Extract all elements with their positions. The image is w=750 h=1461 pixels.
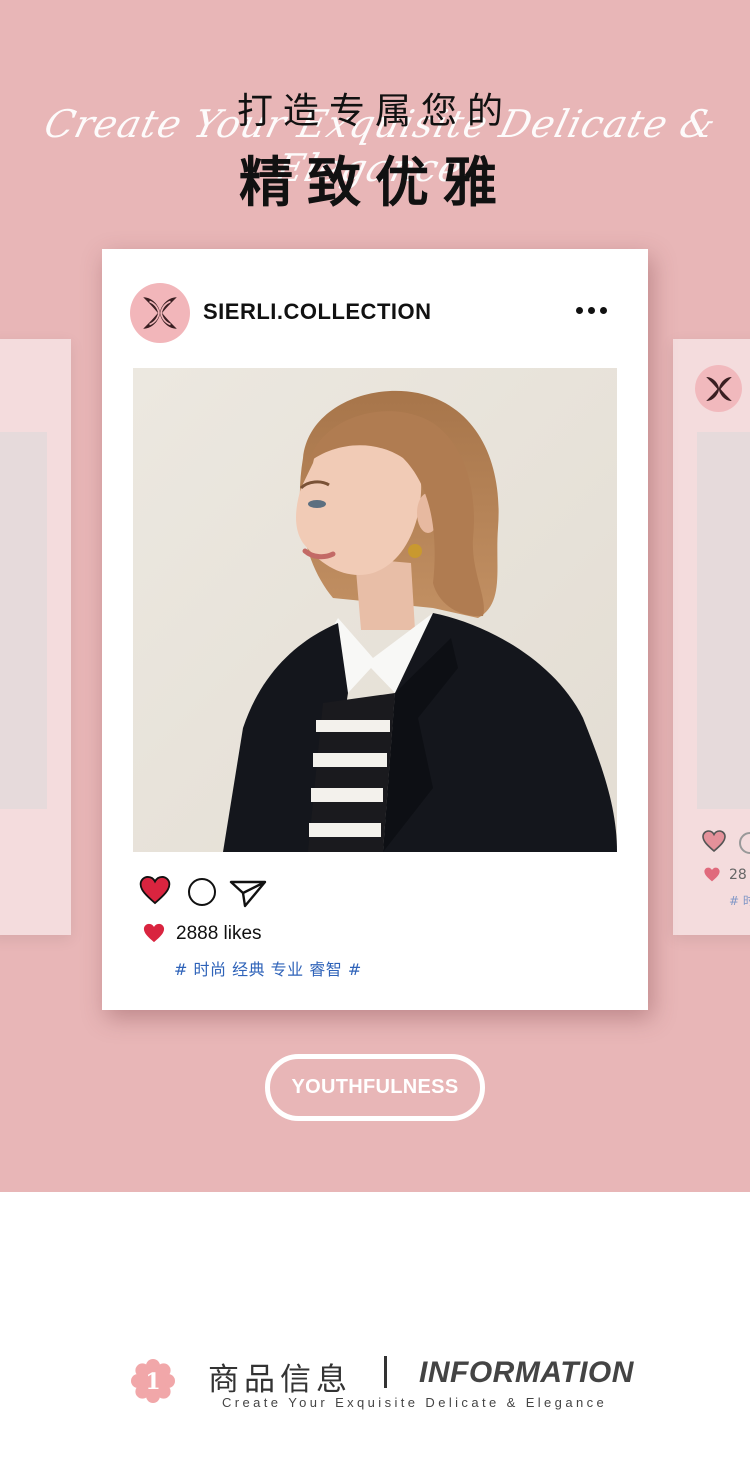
section-title-cn: 商品信息: [208, 1362, 352, 1398]
heart-icon[interactable]: [138, 874, 172, 906]
post-card: SIERLI.COLLECTION 2888 likes # 时尚 经典 专业 …: [102, 249, 648, 1010]
likes-count[interactable]: 2888 likes: [176, 923, 262, 945]
heart-icon[interactable]: [701, 829, 727, 853]
section-subtitle: Create Your Exquisite Delicate & Eleganc…: [222, 1395, 608, 1410]
brand-logo-icon: [695, 365, 742, 412]
section-title-en: INFORMATION: [419, 1356, 634, 1389]
brand-logo-icon: [143, 297, 177, 329]
side-card-left-photo: [0, 432, 47, 809]
flower-number-icon: 1: [131, 1359, 175, 1403]
comment-icon[interactable]: [188, 878, 216, 906]
likes-count-partial: 28: [729, 867, 747, 883]
more-icon[interactable]: [576, 307, 607, 314]
avatar[interactable]: [130, 283, 190, 343]
side-card-right: 28 # 时: [673, 339, 750, 935]
section-number: 1: [145, 1369, 160, 1395]
heart-icon: [143, 923, 165, 943]
account-name[interactable]: SIERLI.COLLECTION: [203, 299, 432, 325]
youthfulness-button[interactable]: YOUTHFULNESS: [265, 1054, 485, 1121]
headline-line2: 精致优雅: [239, 151, 511, 214]
headline-line1: 打造专属您的: [236, 91, 513, 132]
side-card-right-photo: [697, 432, 750, 809]
share-icon[interactable]: [229, 878, 267, 908]
hashtags-partial: # 时: [729, 894, 750, 908]
heart-icon: [704, 867, 720, 882]
section-divider: [384, 1356, 387, 1388]
post-photo: [133, 368, 617, 852]
side-card-left: [0, 339, 71, 935]
hashtags[interactable]: # 时尚 经典 专业 睿智 #: [174, 956, 362, 980]
comment-icon[interactable]: [739, 832, 750, 854]
